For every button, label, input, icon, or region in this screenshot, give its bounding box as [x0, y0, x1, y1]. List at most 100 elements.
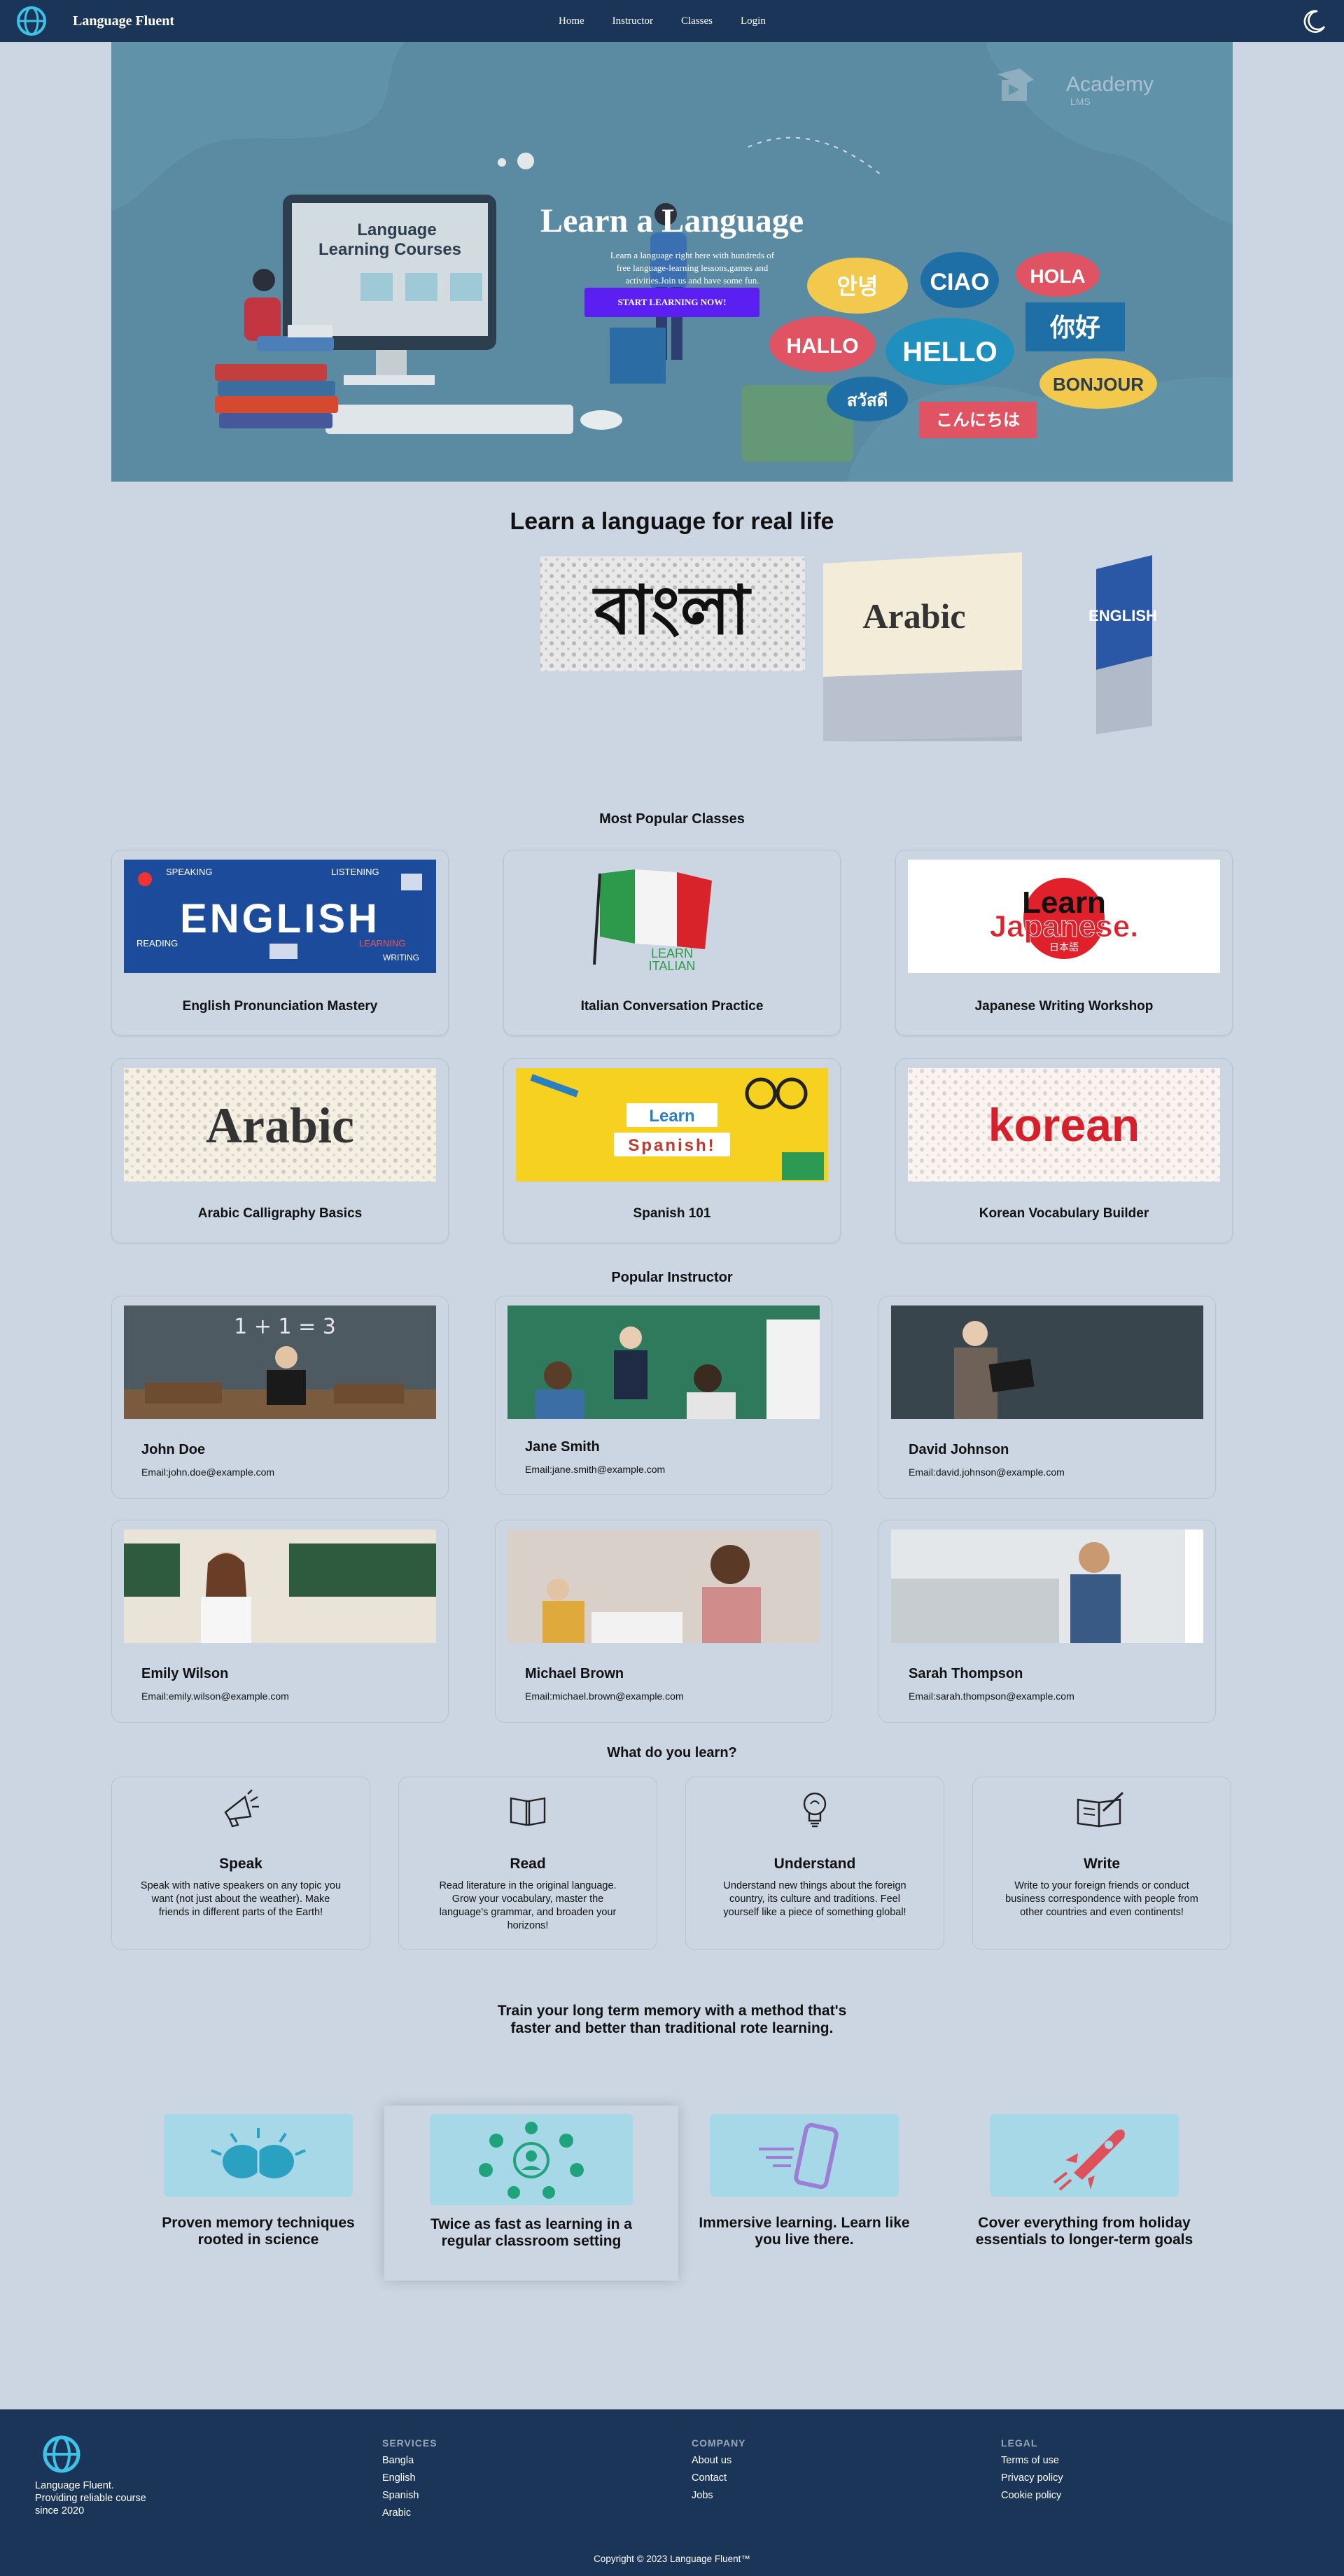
method-card-memory: Proven memory techniques rooted in scien…	[111, 2114, 405, 2272]
instructor-name: John Doe	[141, 1442, 206, 1457]
method-heading: Train your long term memory with a metho…	[497, 2003, 847, 2036]
learn-desc: Understand new things about the foreign …	[723, 1880, 906, 1918]
footer-link-english[interactable]: English	[382, 2472, 438, 2484]
svg-text:BONJOUR: BONJOUR	[1053, 374, 1144, 395]
method-card-goals: Cover everything from holiday essentials…	[937, 2114, 1231, 2272]
footer-link-terms[interactable]: Terms of use	[1001, 2455, 1063, 2466]
carousel-slides: বাংলা Arabic ENGLISH	[540, 552, 1157, 741]
footer-tagline: Language Fluent. Providing reliable cour…	[35, 2480, 146, 2516]
instructors-heading: Popular Instructor	[611, 1270, 733, 1285]
moon-icon[interactable]	[1299, 8, 1327, 34]
brand-name[interactable]: Language Fluent	[73, 13, 174, 29]
svg-text:Arabic: Arabic	[206, 1098, 354, 1154]
learn-grid: Speak Speak with native speakers on any …	[111, 1777, 1233, 1952]
footer-heading: COMPANY	[692, 2437, 746, 2449]
lightbulb-icon	[803, 1792, 827, 1828]
class-title: English Pronunciation Mastery	[182, 999, 378, 1014]
footer-link-cookie[interactable]: Cookie policy	[1001, 2490, 1063, 2501]
method-text: Immersive learning. Learn like you live …	[699, 2215, 910, 2248]
nav-link-instructor[interactable]: Instructor	[612, 15, 653, 27]
instructor-card[interactable]: Emily Wilson Email:emily.wilson@example.…	[111, 1520, 449, 1723]
write-icon	[1077, 1791, 1124, 1828]
nav-link-home[interactable]: Home	[559, 15, 584, 27]
phone-icon	[759, 2122, 839, 2190]
instructor-email: Email:david.johnson@example.com	[909, 1466, 1065, 1478]
class-title: Italian Conversation Practice	[580, 999, 764, 1014]
instructor-card[interactable]: Sarah Thompson Email:sarah.thompson@exam…	[878, 1520, 1216, 1723]
instructor-email: Email:emily.wilson@example.com	[141, 1690, 289, 1702]
instructor-photo: 1 + 1 = 3	[124, 1306, 436, 1419]
svg-text:สวัสดี: สวัสดี	[847, 391, 888, 410]
hero-title: Learn a Language	[540, 202, 804, 239]
slide-bangla: বাংলা	[540, 556, 805, 671]
svg-text:ENGLISH: ENGLISH	[1088, 607, 1157, 624]
nav-link-classes[interactable]: Classes	[681, 15, 713, 27]
svg-text:Arabic: Arabic	[862, 596, 965, 636]
method-illustration	[990, 2114, 1179, 2197]
footer-link-contact[interactable]: Contact	[692, 2472, 746, 2484]
class-card-italian[interactable]: LEARN ITALIAN Italian Conversation Pract…	[503, 850, 841, 1036]
svg-text:HOLA: HOLA	[1030, 265, 1085, 287]
class-card-english[interactable]: ENGLISH SPEAKING LISTENING READING LEARN…	[111, 850, 449, 1036]
nav-link-login[interactable]: Login	[741, 15, 766, 27]
instructor-name: Emily Wilson	[141, 1666, 229, 1681]
carousel-heading: Learn a language for real life	[510, 508, 834, 535]
class-card-spanish[interactable]: Learn Spanish! Spanish 101	[503, 1058, 841, 1243]
class-card-arabic[interactable]: Arabic Arabic Calligraphy Basics	[111, 1058, 449, 1243]
globe-logo-icon[interactable]	[15, 5, 48, 37]
instructor-card[interactable]: David Johnson Email:david.johnson@exampl…	[878, 1296, 1216, 1499]
instructor-name: Michael Brown	[525, 1666, 624, 1681]
svg-text:LISTENING: LISTENING	[331, 867, 379, 877]
svg-text:বাংলা: বাংলা	[592, 571, 752, 650]
class-image-english: ENGLISH SPEAKING LISTENING READING LEARN…	[124, 860, 436, 973]
method-illustration	[430, 2114, 633, 2205]
instructor-email: Email:jane.smith@example.com	[525, 1464, 666, 1475]
footer-heading: SERVICES	[382, 2437, 438, 2449]
book-icon	[510, 1797, 546, 1826]
instructor-name: David Johnson	[909, 1442, 1009, 1457]
instructor-card[interactable]: Jane Smith Email:jane.smith@example.com	[495, 1296, 832, 1494]
instructor-name: Sarah Thompson	[909, 1666, 1023, 1681]
instructor-email: Email:sarah.thompson@example.com	[909, 1690, 1074, 1702]
footer-link-arabic[interactable]: Arabic	[382, 2507, 438, 2519]
svg-text:1 + 1 = 3: 1 + 1 = 3	[234, 1315, 336, 1339]
instructor-photo	[891, 1530, 1203, 1643]
footer-services: SERVICES Bangla English Spanish Arabic	[382, 2437, 438, 2519]
class-card-korean[interactable]: korean Korean Vocabulary Builder	[895, 1058, 1233, 1243]
classes-heading: Most Popular Classes	[599, 811, 745, 827]
svg-text:こんにちは: こんにちは	[936, 411, 1020, 430]
footer-link-about[interactable]: About us	[692, 2455, 746, 2466]
footer-link-jobs[interactable]: Jobs	[692, 2490, 746, 2501]
footer-company: COMPANY About us Contact Jobs	[692, 2437, 746, 2501]
classes-grid: ENGLISH SPEAKING LISTENING READING LEARN…	[111, 850, 1233, 1270]
method-card-speed: Twice as fast as learning in a regular c…	[384, 2106, 678, 2281]
learn-title: Speak	[219, 1856, 262, 1872]
svg-text:LMS: LMS	[1070, 96, 1091, 107]
footer: Language Fluent. Providing reliable cour…	[0, 2409, 1344, 2576]
globe-logo-icon[interactable]	[35, 2433, 88, 2475]
instructor-email: Email:john.doe@example.com	[141, 1466, 275, 1478]
learn-card-understand: Understand Understand new things about t…	[685, 1777, 944, 1950]
footer-link-bangla[interactable]: Bangla	[382, 2455, 438, 2466]
class-image-spanish: Learn Spanish!	[516, 1068, 828, 1182]
instructor-photo	[507, 1530, 820, 1643]
footer-link-privacy[interactable]: Privacy policy	[1001, 2472, 1063, 2484]
hero-banner: Academy LMS Language Learning Courses 안녕…	[111, 42, 1233, 482]
footer-link-spanish[interactable]: Spanish	[382, 2490, 438, 2501]
brain-icon	[211, 2128, 306, 2178]
svg-text:READING: READING	[136, 938, 178, 948]
instructor-card[interactable]: Michael Brown Email:michael.brown@exampl…	[495, 1520, 832, 1723]
class-card-japanese[interactable]: Learn Japanese. 日本語 Japanese Writing Wor…	[895, 850, 1233, 1036]
footer-legal: LEGAL Terms of use Privacy policy Cookie…	[1001, 2437, 1063, 2501]
rocket-icon	[1053, 2129, 1125, 2191]
svg-text:Japanese.: Japanese.	[990, 909, 1139, 944]
learn-title: Write	[1083, 1856, 1121, 1872]
class-image-japanese: Learn Japanese. 日本語	[908, 860, 1220, 973]
instructor-photo	[507, 1306, 820, 1419]
instructor-card[interactable]: 1 + 1 = 3 John Doe Email:john.doe@exampl…	[111, 1296, 449, 1499]
class-title: Korean Vocabulary Builder	[979, 1206, 1149, 1221]
start-learning-button[interactable]: START LEARNING NOW!	[584, 288, 760, 317]
language-carousel[interactable]: বাংলা Arabic ENGLISH	[0, 551, 1344, 761]
slide-english: ENGLISH	[1088, 555, 1157, 734]
method-text: Proven memory techniques rooted in scien…	[162, 2215, 355, 2248]
